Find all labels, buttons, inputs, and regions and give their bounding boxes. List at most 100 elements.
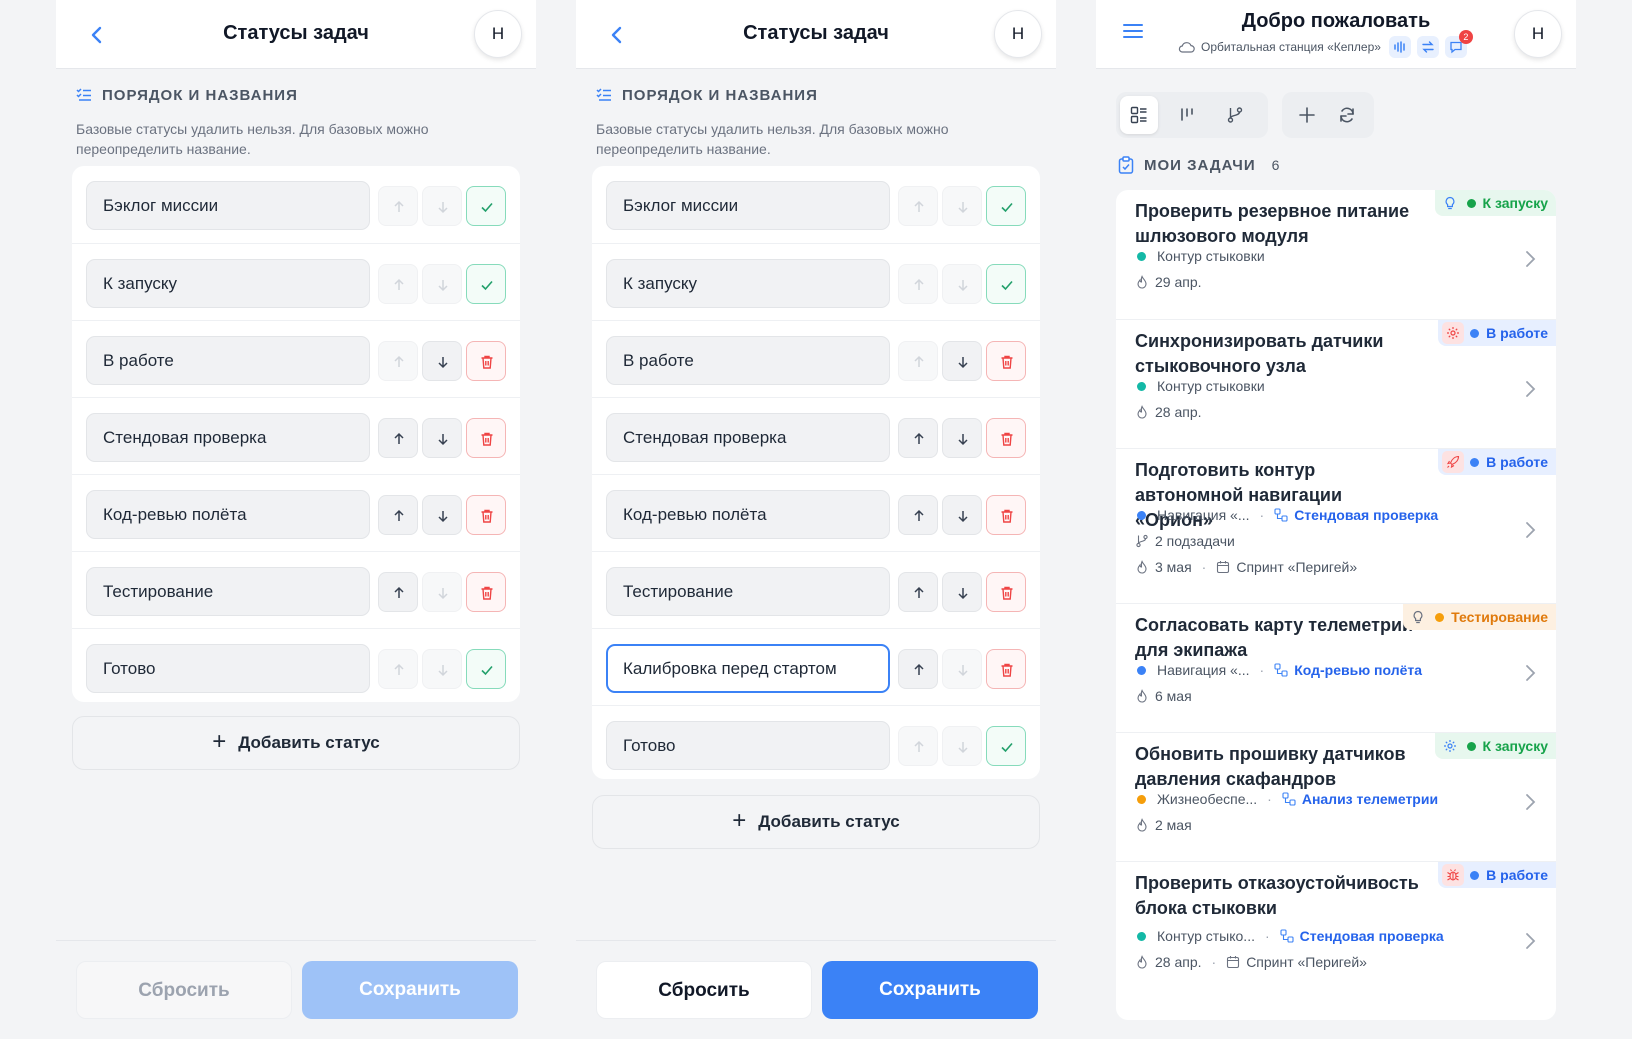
move-down-button[interactable] (422, 572, 462, 612)
base-status-check (986, 186, 1026, 226)
messages-button[interactable]: 2 (1444, 30, 1473, 58)
status-name-input[interactable]: Стендовая проверка (86, 413, 370, 462)
task-card[interactable]: Согласовать карту телеметрии для экипажа… (1116, 603, 1556, 732)
add-status-button[interactable]: + Добавить статус (72, 716, 520, 770)
move-up-button[interactable] (378, 418, 418, 458)
status-name-input-focused[interactable]: Калибровка перед стартом (606, 644, 890, 693)
move-up-button[interactable] (378, 264, 418, 304)
task-card[interactable]: Проверить резервное питание шлюзового мо… (1116, 190, 1556, 319)
status-row: В работе (72, 320, 520, 400)
section-description: Базовые статусы удалить нельзя. Для базо… (76, 121, 429, 157)
delete-button[interactable] (986, 572, 1026, 612)
status-name-input[interactable]: Код-ревью полёта (86, 490, 370, 539)
status-name-input[interactable]: Код-ревью полёта (606, 490, 890, 539)
board-view-button[interactable] (1168, 96, 1206, 134)
audio-button[interactable] (1388, 36, 1411, 58)
move-up-button[interactable] (898, 495, 938, 535)
flame-icon (1137, 689, 1147, 703)
status-name-input[interactable]: Бэклог миссии (86, 181, 370, 230)
status-name-input[interactable]: В работе (86, 336, 370, 385)
move-up-button[interactable] (898, 726, 938, 766)
task-card[interactable]: Синхронизировать датчики стыковочного уз… (1116, 319, 1556, 448)
move-up-button[interactable] (378, 495, 418, 535)
move-up-button[interactable] (378, 572, 418, 612)
status-name-input[interactable]: Готово (606, 721, 890, 770)
move-up-button[interactable] (898, 341, 938, 381)
stage-link[interactable]: Стендовая проверка (1294, 507, 1438, 523)
list-view-button[interactable] (1120, 96, 1158, 134)
avatar[interactable]: Н (1514, 10, 1562, 58)
avatar[interactable]: Н (474, 10, 522, 58)
move-down-button[interactable] (422, 186, 462, 226)
status-name-input[interactable]: Тестирование (86, 567, 370, 616)
status-name-input[interactable]: Бэклог миссии (606, 181, 890, 230)
delete-button[interactable] (466, 341, 506, 381)
add-status-button[interactable]: + Добавить статус (592, 795, 1040, 849)
delete-button[interactable] (466, 495, 506, 535)
move-down-button[interactable] (422, 495, 462, 535)
delete-button[interactable] (986, 341, 1026, 381)
sync-button[interactable] (1416, 36, 1439, 58)
footer-divider (56, 940, 536, 941)
delete-button[interactable] (466, 418, 506, 458)
plus-icon (1299, 107, 1315, 123)
add-task-button[interactable] (1288, 96, 1326, 134)
status-dot (1466, 741, 1476, 751)
status-name-input[interactable]: В работе (606, 336, 890, 385)
avatar[interactable]: Н (994, 10, 1042, 58)
move-up-button[interactable] (898, 649, 938, 689)
move-down-button[interactable] (942, 264, 982, 304)
status-name-input[interactable]: Готово (86, 644, 370, 693)
base-status-check (466, 649, 506, 689)
move-up-button[interactable] (898, 572, 938, 612)
separator: · (1201, 559, 1207, 575)
move-up-button[interactable] (378, 649, 418, 689)
sound-wave-icon (1394, 41, 1405, 53)
status-name-input[interactable]: К запуску (86, 259, 370, 308)
move-down-button[interactable] (422, 418, 462, 458)
move-down-button[interactable] (942, 495, 982, 535)
move-down-button[interactable] (942, 649, 982, 689)
status-name-input[interactable]: Тестирование (606, 567, 890, 616)
move-down-button[interactable] (422, 649, 462, 689)
delete-button[interactable] (986, 649, 1026, 689)
move-up-button[interactable] (378, 186, 418, 226)
arrow-up-icon (394, 663, 404, 675)
delete-button[interactable] (466, 572, 506, 612)
task-card[interactable]: Подготовить контур автономной навигации … (1116, 448, 1556, 603)
save-button[interactable]: Сохранить (822, 961, 1038, 1019)
save-button[interactable]: Сохранить (302, 961, 518, 1019)
task-card[interactable]: Обновить прошивку датчиков давления скаф… (1116, 732, 1556, 861)
delete-button[interactable] (986, 418, 1026, 458)
tree-view-button[interactable] (1216, 96, 1254, 134)
move-up-button[interactable] (378, 341, 418, 381)
stage-link[interactable]: Код-ревью полёта (1294, 662, 1422, 678)
move-down-button[interactable] (422, 264, 462, 304)
reset-button[interactable]: Сбросить (76, 961, 292, 1019)
move-down-button[interactable] (942, 572, 982, 612)
section-title: ПОРЯДОК И НАЗВАНИЯ (622, 86, 818, 104)
move-up-button[interactable] (898, 264, 938, 304)
delete-button[interactable] (986, 495, 1026, 535)
move-down-button[interactable] (422, 341, 462, 381)
stage-link[interactable]: Стендовая проверка (1300, 928, 1444, 944)
move-down-button[interactable] (942, 341, 982, 381)
footer-divider (576, 940, 1056, 941)
move-down-button[interactable] (942, 418, 982, 458)
move-up-button[interactable] (898, 418, 938, 458)
task-card[interactable]: Проверить отказоустойчивость блока стыко… (1116, 861, 1556, 1020)
chevron-right-icon (1526, 522, 1536, 538)
move-down-button[interactable] (942, 186, 982, 226)
stage-link[interactable]: Анализ телеметрии (1302, 791, 1438, 807)
move-up-button[interactable] (898, 186, 938, 226)
reset-button[interactable]: Сбросить (596, 961, 812, 1019)
move-down-button[interactable] (942, 726, 982, 766)
task-project: Контур стыковки (1135, 376, 1265, 396)
project-name: Контур стыко... (1157, 928, 1255, 944)
status-name-input[interactable]: К запуску (606, 259, 890, 308)
refresh-button[interactable] (1328, 96, 1366, 134)
section-header: ПОРЯДОК И НАЗВАНИЯ (596, 84, 818, 106)
arrow-up-icon (394, 355, 404, 367)
status-name-input[interactable]: Стендовая проверка (606, 413, 890, 462)
flame-icon (1137, 405, 1147, 419)
